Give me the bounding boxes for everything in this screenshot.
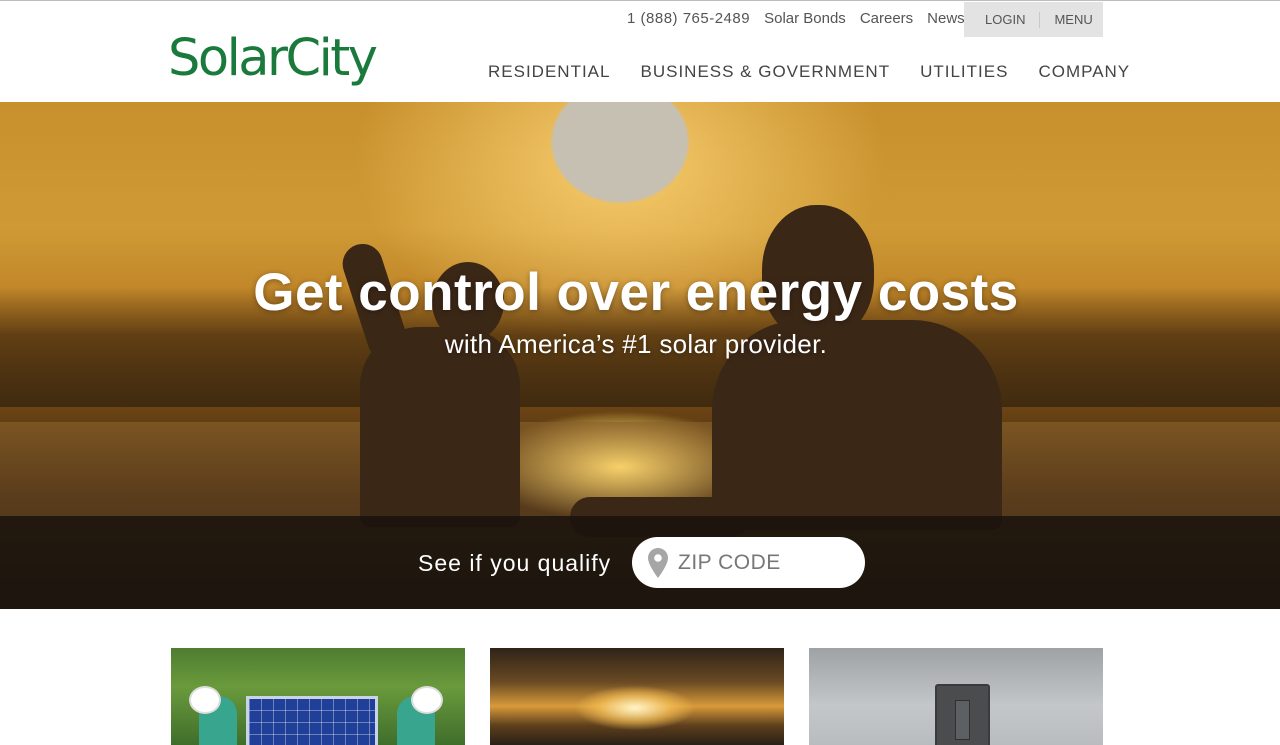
installer-hardhat-left: [189, 686, 221, 714]
feature-cards: [171, 648, 1103, 745]
phone-link[interactable]: 1 (888) 765-2489: [627, 10, 750, 27]
solar-panel: [246, 696, 378, 745]
solar-bonds-link[interactable]: Solar Bonds: [764, 10, 846, 27]
solarcity-logo[interactable]: SolarCity: [168, 29, 378, 89]
card-light-switch-image[interactable]: [809, 648, 1103, 745]
card-solar-installers-image[interactable]: [171, 648, 465, 745]
menu-button[interactable]: MENU: [1040, 12, 1092, 27]
main-nav: RESIDENTIAL BUSINESS & GOVERNMENT UTILIT…: [488, 62, 1130, 82]
login-button[interactable]: LOGIN: [964, 11, 1041, 28]
zip-code-field[interactable]: [632, 537, 865, 588]
careers-link[interactable]: Careers: [860, 10, 913, 27]
hero-subtitle: with America’s #1 solar provider.: [444, 329, 828, 359]
news-link[interactable]: News: [927, 10, 965, 27]
location-pin-icon: [648, 547, 668, 578]
card-sunset-image[interactable]: [490, 648, 784, 745]
zip-code-input[interactable]: [678, 550, 848, 575]
qualify-bar: See if you qualify: [0, 516, 1280, 609]
nav-utilities[interactable]: UTILITIES: [920, 62, 1008, 82]
nav-company[interactable]: COMPANY: [1038, 62, 1130, 82]
installer-hardhat-right: [411, 686, 443, 714]
hero-title: Get control over energy costs: [253, 263, 1019, 322]
site-header: SolarCity 1 (888) 765-2489 Solar Bonds C…: [0, 1, 1280, 102]
nav-business-government[interactable]: BUSINESS & GOVERNMENT: [640, 62, 890, 82]
account-box: LOGIN MENU: [964, 2, 1103, 37]
utility-nav: 1 (888) 765-2489 Solar Bonds Careers New…: [627, 10, 965, 27]
hero-banner: Get control over energy costs with Ameri…: [0, 102, 1280, 609]
nav-residential[interactable]: RESIDENTIAL: [488, 62, 610, 82]
light-switch-toggle: [955, 700, 970, 740]
qualify-label: See if you qualify: [418, 550, 612, 576]
light-switch-plate: [935, 684, 990, 745]
